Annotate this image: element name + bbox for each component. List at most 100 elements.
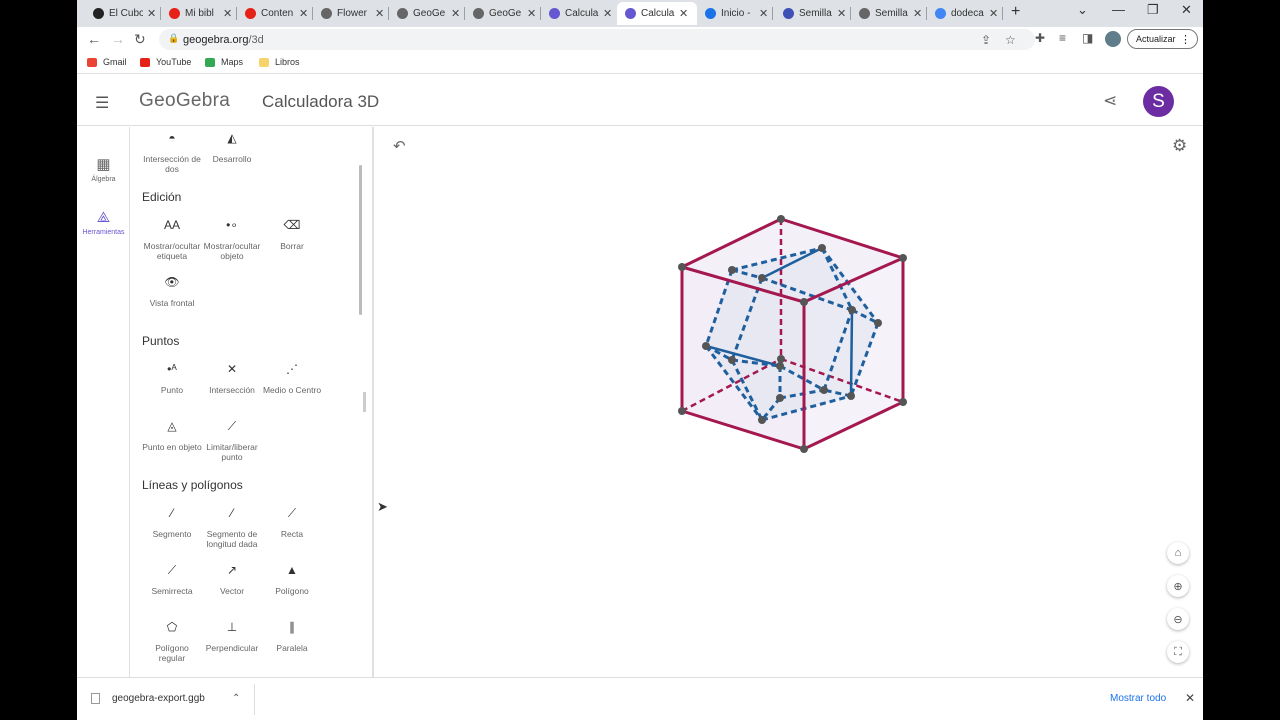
dodecahedron-vertex[interactable] bbox=[702, 342, 710, 350]
tool-intersect-surfaces[interactable]: ◓ Intersección de dos bbox=[141, 132, 203, 174]
new-tab-button[interactable]: + bbox=[1011, 3, 1020, 21]
tab-search-icon[interactable]: ⌄ bbox=[1077, 2, 1088, 18]
close-window-icon[interactable]: ✕ bbox=[1181, 2, 1192, 18]
tools-scrollbar[interactable] bbox=[359, 165, 362, 315]
tab-4[interactable]: Flower ✕ bbox=[313, 2, 389, 25]
tab-close-icon[interactable]: ✕ bbox=[837, 7, 846, 20]
bookmark-maps[interactable]: Maps bbox=[205, 57, 243, 67]
more-icon[interactable]: ⋮ bbox=[1180, 33, 1191, 46]
reload-icon[interactable]: ↻ bbox=[134, 31, 146, 48]
extensions-icon[interactable]: ✚ bbox=[1035, 31, 1045, 45]
tab-12[interactable]: dodeca ✕ bbox=[927, 2, 1003, 25]
geogebra-logo[interactable]: GeoGebra bbox=[139, 90, 230, 112]
cube-vertex[interactable] bbox=[800, 445, 808, 453]
tab-close-icon[interactable]: ✕ bbox=[299, 7, 308, 20]
dodecahedron-vertex[interactable] bbox=[728, 266, 736, 274]
tool-perpendicular[interactable]: ⊥ Perpendicular bbox=[201, 621, 263, 653]
dodecahedron-vertex[interactable] bbox=[776, 362, 784, 370]
chevron-up-icon[interactable]: ⌃ bbox=[232, 693, 240, 704]
tool-point-on-object[interactable]: ◬ Punto en objeto bbox=[141, 420, 203, 452]
rail-algebra[interactable]: ▦ Álgebra bbox=[77, 155, 130, 183]
tab-close-icon[interactable]: ✕ bbox=[603, 7, 612, 20]
tab-6[interactable]: GeoGe ✕ bbox=[465, 2, 541, 25]
tab-close-icon[interactable]: ✕ bbox=[527, 7, 536, 20]
tool-parallel[interactable]: ∥ Paralela bbox=[261, 621, 323, 653]
dodecahedron-vertex[interactable] bbox=[818, 244, 826, 252]
tab-5[interactable]: GeoGe ✕ bbox=[389, 2, 465, 25]
dodecahedron-edge[interactable] bbox=[849, 309, 854, 397]
minimize-icon[interactable]: — bbox=[1112, 2, 1125, 17]
tool-eraser[interactable]: ⌫ Borrar bbox=[261, 219, 323, 251]
tab-close-icon[interactable]: ✕ bbox=[913, 7, 922, 20]
tab-10[interactable]: Semilla ✕ bbox=[775, 2, 851, 25]
address-bar[interactable]: 🔒 geogebra.org/3d ⇪ ☆ bbox=[159, 29, 1035, 50]
tab-close-icon[interactable]: ✕ bbox=[451, 7, 460, 20]
cube-vertex[interactable] bbox=[678, 263, 686, 271]
panel-resize-handle[interactable] bbox=[363, 392, 366, 412]
tool-midpoint[interactable]: ⋰ Medio o Centro bbox=[261, 363, 323, 395]
profile-avatar[interactable] bbox=[1105, 31, 1121, 47]
restore-icon[interactable]: ❐ bbox=[1147, 2, 1159, 18]
dodecahedron-vertex[interactable] bbox=[848, 306, 856, 314]
cube-dodecahedron-figure[interactable] bbox=[376, 127, 1203, 677]
tab-8[interactable]: Calcula ✕ bbox=[617, 2, 697, 25]
tool-attach-detach[interactable]: ⟋ Limitar/liberar punto bbox=[201, 420, 263, 462]
cube-vertex[interactable] bbox=[899, 398, 907, 406]
cube-vertex[interactable] bbox=[777, 355, 785, 363]
tool-segment-fixed[interactable]: ⁄ Segmento de longitud dada bbox=[201, 507, 263, 549]
tab-close-icon[interactable]: ✕ bbox=[759, 7, 768, 20]
tab-close-icon[interactable]: ✕ bbox=[375, 7, 384, 20]
share-icon[interactable]: ⋖ bbox=[1103, 91, 1117, 111]
tab-close-icon[interactable]: ✕ bbox=[147, 7, 156, 20]
dodecahedron-vertex[interactable] bbox=[820, 386, 828, 394]
bookmark-youtube[interactable]: YouTube bbox=[140, 57, 191, 67]
cube-vertex[interactable] bbox=[678, 407, 686, 415]
tab-7[interactable]: Calcula ✕ bbox=[541, 2, 617, 25]
side-panel-icon[interactable]: ◨ bbox=[1082, 31, 1093, 45]
tool-front-view[interactable]: 👁 Vista frontal bbox=[141, 276, 203, 308]
cube-vertex[interactable] bbox=[777, 215, 785, 223]
close-icon[interactable]: ✕ bbox=[1185, 691, 1195, 705]
tool-net[interactable]: ◭ Desarrollo bbox=[201, 132, 263, 164]
hamburger-menu-icon[interactable]: ☰ bbox=[95, 93, 109, 113]
tab-9[interactable]: Inicio - ✕ bbox=[697, 2, 773, 25]
user-avatar[interactable]: S bbox=[1143, 86, 1174, 117]
dodecahedron-vertex[interactable] bbox=[758, 274, 766, 282]
bookmark-gmail[interactable]: Gmail bbox=[87, 57, 127, 67]
cube-vertex[interactable] bbox=[899, 254, 907, 262]
tool-show-hide-object[interactable]: •∘ Mostrar/ocultar objeto bbox=[201, 219, 263, 261]
tab-1[interactable]: El Cubo ✕ bbox=[85, 2, 161, 25]
reading-list-icon[interactable]: ≡ bbox=[1059, 31, 1066, 45]
dodecahedron-vertex[interactable] bbox=[728, 356, 736, 364]
dodecahedron-vertex[interactable] bbox=[847, 392, 855, 400]
tool-vector[interactable]: ↗ Vector bbox=[201, 564, 263, 596]
update-button[interactable]: Actualizar ⋮ bbox=[1127, 29, 1198, 49]
tool-ray[interactable]: ⟋ Semirrecta bbox=[141, 564, 203, 596]
tab-close-icon[interactable]: ✕ bbox=[989, 7, 998, 20]
tool-point[interactable]: •ᴬ Punto bbox=[141, 363, 203, 395]
tool-show-hide-label[interactable]: AA Mostrar/ocultar etiqueta bbox=[141, 219, 203, 261]
dodecahedron-vertex[interactable] bbox=[874, 319, 882, 327]
bookmark-libros[interactable]: Libros bbox=[259, 57, 300, 67]
tool-regular-polygon[interactable]: ⬠ Polígono regular bbox=[141, 621, 203, 663]
tab-2[interactable]: Mi bibl ✕ bbox=[161, 2, 237, 25]
back-icon[interactable]: ← bbox=[87, 31, 101, 47]
tool-polygon[interactable]: ▲ Polígono bbox=[261, 564, 323, 596]
tool-segment[interactable]: ⁄ Segmento bbox=[141, 507, 203, 539]
tab-close-icon[interactable]: ✕ bbox=[679, 7, 688, 20]
tool-intersect[interactable]: ✕ Intersección bbox=[201, 363, 263, 395]
share-page-icon[interactable]: ⇪ bbox=[981, 33, 991, 47]
bookmark-star-icon[interactable]: ☆ bbox=[1005, 33, 1016, 47]
tab-11[interactable]: Semilla ✕ bbox=[851, 2, 927, 25]
forward-icon[interactable]: → bbox=[111, 31, 125, 47]
tab-close-icon[interactable]: ✕ bbox=[223, 7, 232, 20]
show-all-link[interactable]: Mostrar todo bbox=[1110, 693, 1166, 704]
tool-line[interactable]: ⟋ Recta bbox=[261, 507, 323, 539]
dodecahedron-vertex[interactable] bbox=[776, 394, 784, 402]
tab-3[interactable]: Conten ✕ bbox=[237, 2, 313, 25]
dodecahedron-vertex[interactable] bbox=[758, 416, 766, 424]
rail-tools[interactable]: ⟁ Herramientas bbox=[77, 209, 130, 236]
cube-vertex[interactable] bbox=[800, 298, 808, 306]
graphics-3d-view[interactable]: ↶ ⚙ ⌂ ⊕ ⊖ ⛶ bbox=[376, 127, 1203, 677]
download-item[interactable]: geogebra-export.ggb bbox=[91, 693, 205, 704]
